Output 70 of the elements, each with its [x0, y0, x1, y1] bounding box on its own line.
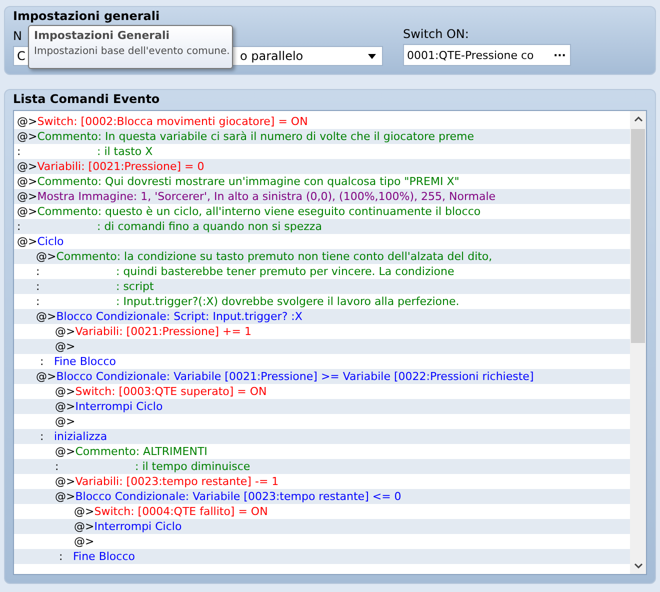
scroll-up-icon[interactable] — [634, 116, 642, 122]
command-prefix: @> — [55, 414, 76, 429]
dropdown-caret-icon — [368, 54, 376, 58]
command-prefix: @> — [17, 129, 38, 144]
scroll-down-icon[interactable] — [634, 563, 642, 569]
command-prefix: : — [55, 459, 60, 474]
command-prefix: @> — [55, 384, 76, 399]
command-text[interactable]: Blocco Condizionale: Script: Input.trigger? :X — [56, 309, 302, 324]
command-text[interactable]: Variabili: [0023:tempo restante] -= 1 — [75, 474, 279, 489]
tooltip-title: Impostazioni Generali — [34, 29, 171, 42]
command-text[interactable]: Commento: In questa variabile ci sarà il numero di volte che il giocatore preme — [37, 129, 474, 144]
command-prefix: : — [17, 219, 22, 234]
command-text[interactable]: Variabili: [0021:Pressione] += 1 — [75, 324, 252, 339]
scrollbar[interactable] — [630, 111, 646, 574]
command-text[interactable]: Commento: ALTRIMENTI — [75, 444, 208, 459]
command-text[interactable]: : il tempo diminuisce — [135, 459, 250, 474]
command-prefix: @> — [55, 474, 76, 489]
command-prefix: @> — [55, 399, 76, 414]
command-prefix: @> — [17, 189, 38, 204]
command-prefix: @> — [17, 234, 38, 249]
command-prefix: : — [17, 144, 22, 159]
command-text[interactable]: Switch: [0003:QTE superato] = ON — [75, 384, 267, 399]
field-label: N — [13, 29, 22, 43]
command-text[interactable]: Commento: la condizione su tasto premuto non tiene conto dell'alzata del dito, — [56, 249, 492, 264]
command-text[interactable]: inizializza — [54, 429, 108, 444]
command-prefix: @> — [55, 444, 76, 459]
switch-field[interactable]: 0001:QTE-Pressione co ··· — [403, 44, 571, 66]
command-text[interactable]: Mostra Immagine: 1, 'Sorcerer', In alto a sinistra (0,0), (100%,100%), 255, Normale — [37, 189, 496, 204]
browse-button[interactable]: ··· — [551, 48, 568, 62]
command-text[interactable]: : Input.trigger?(:X) dovrebbe svolgere il lavoro alla perfezione. — [116, 294, 460, 309]
panel-title: Lista Comandi Evento — [13, 92, 161, 106]
command-prefix: @> — [36, 309, 56, 324]
command-text[interactable]: Variabili: [0021:Pressione] = 0 — [37, 159, 204, 174]
field-label: Switch ON: — [403, 27, 469, 41]
command-prefix: @> — [36, 249, 56, 264]
command-text[interactable]: Blocco Condizionale: Variabile [0021:Pressione] >= Variabile [0022:Pressioni richieste] — [56, 369, 534, 384]
command-text[interactable]: Commento: Qui dovresti mostrare un'immagine con qualcosa tipo "PREMI X" — [37, 174, 460, 189]
command-prefix: @> — [17, 174, 38, 189]
command-prefix: : — [36, 279, 41, 294]
command-text[interactable]: : il tasto X — [97, 144, 153, 159]
command-prefix: @> — [74, 504, 94, 519]
command-text[interactable]: Switch: [0002:Blocca movimenti giocatore] = ON — [37, 114, 308, 129]
command-prefix: @> — [55, 489, 76, 504]
command-prefix: : — [36, 294, 41, 309]
panel-title: Impostazioni generali — [13, 9, 161, 23]
command-text[interactable]: : script — [116, 279, 154, 294]
switch-value: 0001:QTE-Pressione co — [407, 48, 535, 62]
command-text[interactable]: Interrompi Ciclo — [94, 519, 182, 534]
command-prefix: : — [39, 354, 45, 369]
command-prefix: : — [39, 429, 45, 444]
scroll-thumb[interactable] — [631, 129, 645, 342]
command-text[interactable]: Switch: [0004:QTE fallito] = ON — [94, 504, 268, 519]
command-prefix: @> — [55, 339, 76, 354]
command-text[interactable]: : quindi basterebbe tener premuto per vincere. La condizione — [116, 264, 454, 279]
command-text[interactable]: : di comandi fino a quando non si spezza — [97, 219, 322, 234]
command-prefix: : — [36, 264, 41, 279]
command-prefix: @> — [17, 204, 38, 219]
command-prefix: @> — [36, 369, 56, 384]
command-prefix: @> — [17, 159, 38, 174]
command-prefix: : — [58, 549, 64, 564]
command-text[interactable]: Blocco Condizionale: Variabile [0023:tempo restante] <= 0 — [75, 489, 402, 504]
command-text[interactable]: Fine Blocco — [73, 549, 135, 564]
command-text[interactable]: Commento: questo è un ciclo, all'interno viene eseguito continuamente il blocco — [37, 204, 481, 219]
command-text[interactable]: Ciclo — [37, 234, 64, 249]
command-prefix: @> — [74, 534, 94, 549]
command-text[interactable]: Interrompi Ciclo — [75, 399, 163, 414]
command-prefix: @> — [74, 519, 94, 534]
command-prefix: @> — [55, 324, 76, 339]
command-text[interactable]: Fine Blocco — [54, 354, 116, 369]
command-prefix: @> — [17, 114, 38, 129]
